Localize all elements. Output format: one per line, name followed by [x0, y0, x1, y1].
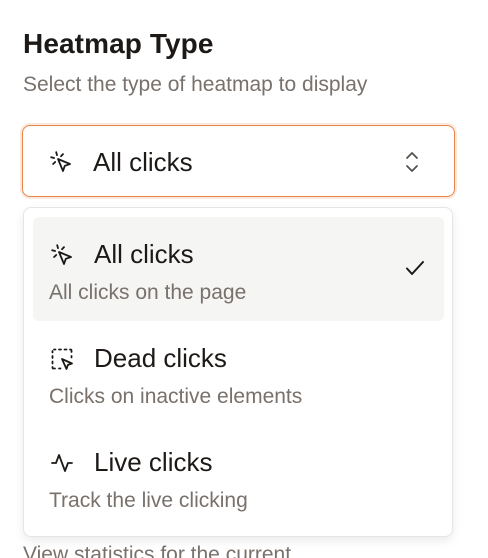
pointer-click-icon [51, 244, 72, 265]
option-description: Track the live clicking [49, 489, 248, 512]
section-description: Select the type of heatmap to display [23, 73, 368, 96]
heatmap-type-select[interactable]: All clicks [22, 125, 455, 197]
option-title: Live clicks [94, 447, 213, 477]
option-dead-clicks[interactable]: Dead clicks Clicks on inactive elements [33, 321, 444, 425]
section-title: Heatmap Type [23, 28, 214, 59]
option-description: Clicks on inactive elements [49, 385, 303, 408]
chevron-up-down-icon [406, 152, 418, 172]
dashed-selection-pointer-icon [51, 348, 73, 370]
option-all-clicks[interactable]: All clicks All clicks on the page [33, 217, 444, 321]
pointer-click-icon [50, 151, 71, 172]
select-value: All clicks [93, 147, 193, 177]
check-icon [406, 261, 424, 275]
activity-pulse-icon [51, 454, 73, 472]
heatmap-settings-panel: Heatmap Type Select the type of heatmap … [0, 0, 488, 558]
heatmap-type-dropdown: All clicks All clicks on the page Dead c… [23, 207, 453, 537]
option-live-clicks[interactable]: Live clicks Track the live clicking [33, 425, 444, 529]
option-description: All clicks on the page [49, 281, 247, 304]
next-section-description-peek: View statistics for the current [23, 543, 292, 558]
option-title: Dead clicks [94, 343, 227, 373]
option-title: All clicks [94, 239, 194, 269]
